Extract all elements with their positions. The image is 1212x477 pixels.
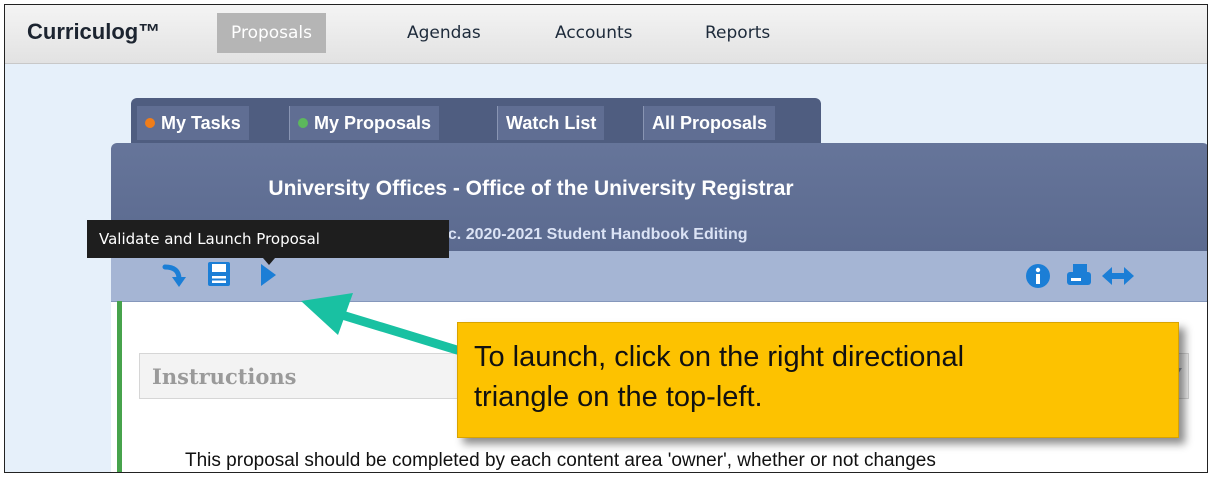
app-window: Curriculog™ Proposals Agendas Accounts R… <box>4 4 1208 473</box>
callout-line-1: To launch, click on the right directiona… <box>474 341 965 373</box>
callout-line-2: triangle on the top-left. <box>474 381 763 413</box>
instruction-callout: To launch, click on the right directiona… <box>457 322 1179 438</box>
